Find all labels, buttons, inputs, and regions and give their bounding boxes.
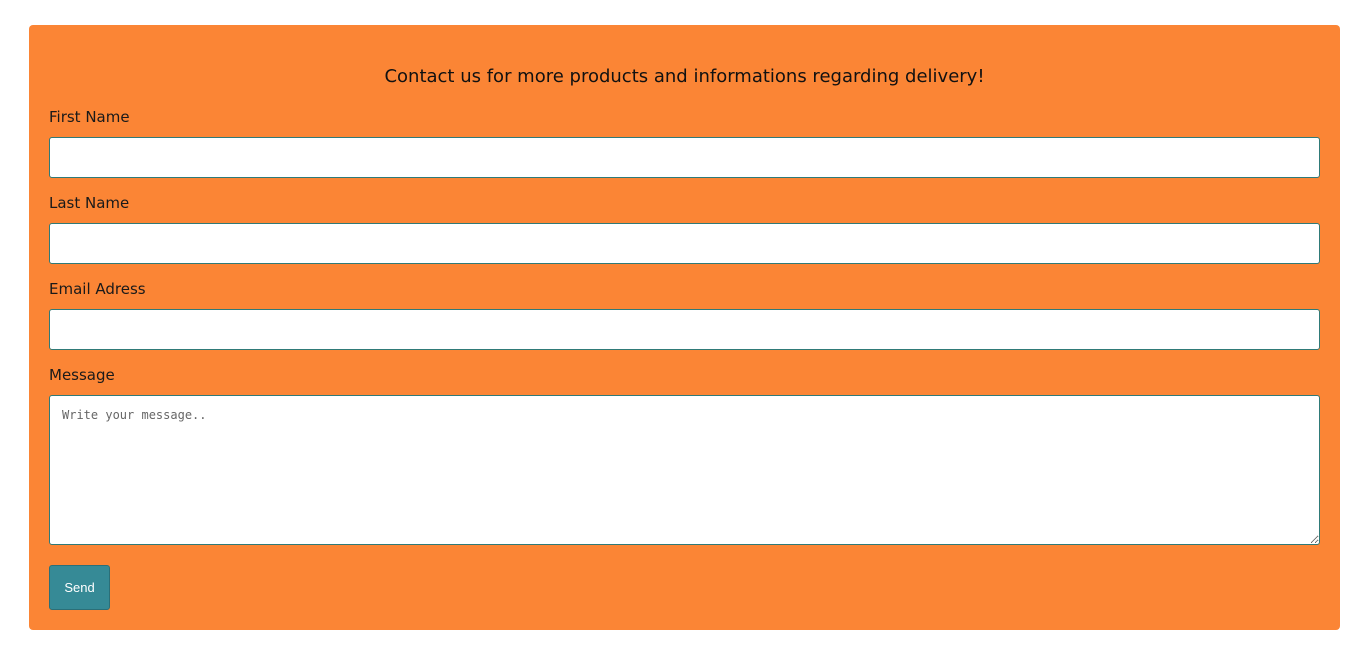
first-name-label: First Name	[49, 108, 130, 126]
message-textarea[interactable]	[49, 395, 1320, 545]
last-name-input[interactable]	[49, 223, 1320, 264]
email-label: Email Adress	[49, 280, 146, 298]
message-label: Message	[49, 366, 115, 384]
email-input[interactable]	[49, 309, 1320, 350]
form-title: Contact us for more products and informa…	[384, 66, 985, 87]
last-name-label: Last Name	[49, 194, 130, 212]
first-name-input[interactable]	[49, 137, 1320, 178]
send-button[interactable]: Send	[49, 565, 110, 610]
contact-form: Contact us for more products and informa…	[29, 25, 1340, 630]
